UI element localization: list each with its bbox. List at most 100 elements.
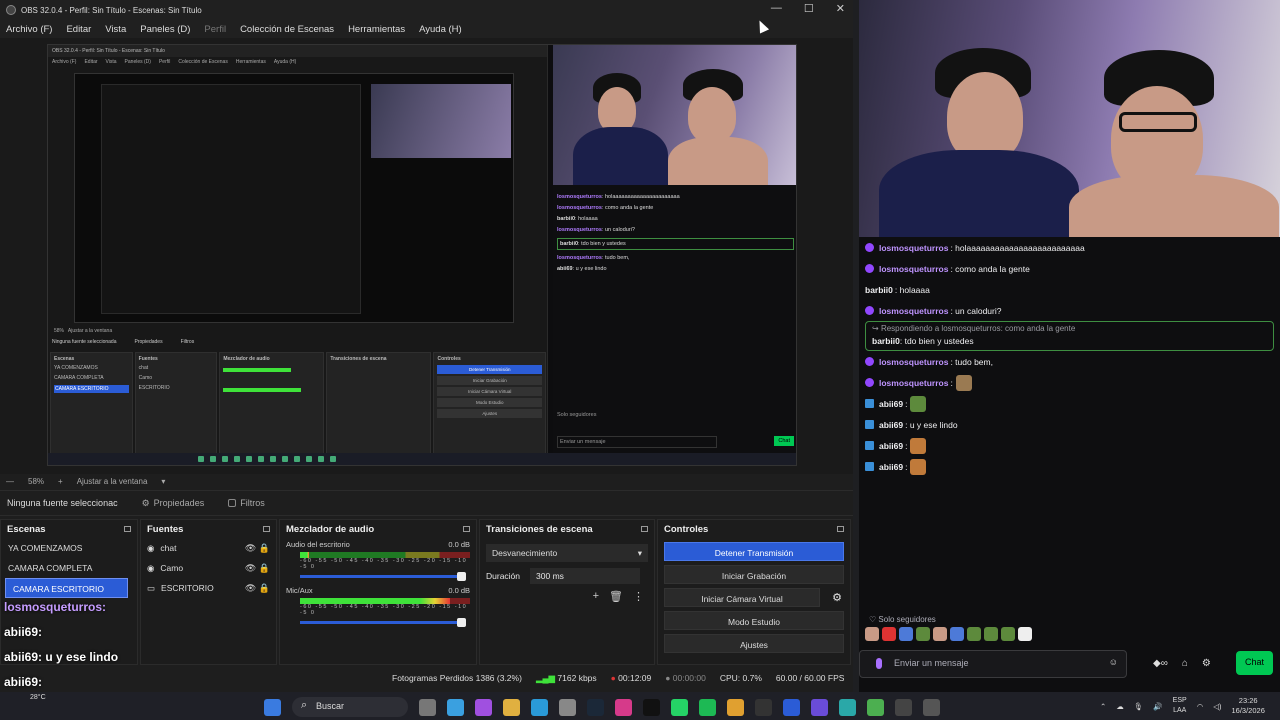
dock-menu-icon[interactable] [463,526,470,532]
emote[interactable] [882,627,896,641]
app-icon[interactable] [895,698,912,716]
edge-icon[interactable] [531,698,548,716]
copilot-icon[interactable] [475,698,492,716]
preview-area[interactable]: OBS 32.0.4 - Perfil: Sin Título - Escena… [0,38,853,474]
folder-icon[interactable] [503,698,520,716]
dock-menu-icon[interactable] [124,526,131,532]
emote[interactable] [1001,627,1015,641]
source-item[interactable]: ▭ ESCRITORIO 👁 🔒 [141,578,276,598]
emote-bar [865,627,1032,641]
menu-paneles[interactable]: Paneles (D) [140,24,190,35]
menu-archivo[interactable]: Archivo (F) [6,24,52,35]
app-icon[interactable] [783,698,800,716]
wifi-icon[interactable]: ◠ [1197,702,1204,711]
chat-send-button[interactable]: Chat [1236,651,1273,675]
visibility-icon[interactable]: 👁 🔒 [245,543,270,554]
chat-reply: ↪ Respondiendo a losmosqueturros: como a… [865,321,1274,351]
menu-editar[interactable]: Editar [66,24,91,35]
menu-coleccion[interactable]: Colección de Escenas [240,24,334,35]
zoom-minus[interactable]: — [6,477,14,486]
chat-input[interactable]: Enviar un mensaje ☺ [859,650,1127,678]
taskbar-search[interactable]: Buscar [292,697,408,717]
close-button[interactable]: ✕ [836,2,845,15]
studio-mode-button[interactable]: Modo Estudio [664,611,844,630]
visibility-icon[interactable]: 👁 🔒 [245,563,270,574]
zoom-fit[interactable]: Ajustar a la ventana [77,477,148,486]
network-icon[interactable]: ☁ [1116,702,1124,711]
duration-input[interactable]: 300 ms [530,568,641,584]
chrome-icon[interactable] [727,698,744,716]
inner-chat: losmosqueturros: holaaaaaaaaaaaaaaaaaaaa… [553,185,796,455]
volume-slider[interactable] [300,618,466,627]
emote[interactable] [950,627,964,641]
gear-icon[interactable]: ⚙ [832,591,842,604]
stop-stream-button[interactable]: Detener Transmisión [664,542,844,561]
zoom-plus[interactable]: + [58,477,63,486]
windows-start-icon[interactable] [264,698,281,716]
taskbar-icons: Buscar [264,697,940,717]
bits-icon[interactable]: ◆∞ [1153,658,1168,669]
emoji-icon[interactable]: ☺ [1109,657,1118,667]
store-icon[interactable] [559,698,576,716]
tiktok-icon[interactable] [643,698,660,716]
dock-menu-icon[interactable] [837,526,844,532]
volume-icon[interactable]: ◁) [1213,702,1221,711]
source-item[interactable]: ◉ Camo 👁 🔒 [141,558,276,578]
instagram-icon[interactable] [615,698,632,716]
emote[interactable] [933,627,947,641]
duration-row: Duración 300 ms [480,568,654,584]
app-icon[interactable] [839,698,856,716]
emote[interactable] [899,627,913,641]
store-icon[interactable]: ⌂ [1182,658,1188,669]
speaker-icon[interactable]: 🔊 [1153,702,1162,711]
add-icon[interactable]: + [593,590,599,603]
menu-vista[interactable]: Vista [105,24,126,35]
more-icon[interactable]: ⋮ [633,590,644,603]
properties-button[interactable]: ⚙ Propiedades [142,498,205,509]
mail-icon[interactable] [447,698,464,716]
mixer-track-mic: Mic/Aux 0.0 dB -60 -55 -50 -45 -40 -35 -3… [280,586,476,627]
filters-button[interactable]: Filtros [228,498,265,508]
steam-icon[interactable] [587,698,604,716]
settings-button[interactable]: Ajustes [664,634,844,653]
dock-menu-icon[interactable] [641,526,648,532]
language-indicator[interactable]: ESP LAA [1173,696,1187,716]
weather-widget[interactable]: 28°C [30,694,46,701]
emote[interactable] [984,627,998,641]
emote[interactable] [916,627,930,641]
maximize-button[interactable]: ☐ [804,2,814,15]
chevron-up-icon[interactable]: ⌃ [1100,702,1106,711]
visibility-icon[interactable]: 👁 🔒 [245,583,270,594]
source-item[interactable]: ◉ chat 👁 🔒 [141,538,276,558]
start-recording-button[interactable]: Iniciar Grabación [664,565,844,584]
scene-item[interactable]: YA COMENZAMOS [1,538,137,558]
clock[interactable]: 23:26 16/3/2026 [1232,696,1265,716]
trash-icon[interactable]: 🗑 [609,590,623,603]
task-view-icon[interactable] [419,698,436,716]
minimize-button[interactable]: — [771,2,782,15]
preview-canvas[interactable]: OBS 32.0.4 - Perfil: Sin Título - Escena… [47,44,797,466]
bitrate: ▂▄▆ 7162 kbps [535,672,597,683]
gear-icon[interactable]: ⚙ [1202,658,1211,669]
emote[interactable] [967,627,981,641]
whatsapp-icon[interactable] [671,698,688,716]
emote[interactable] [1018,627,1032,641]
scene-item[interactable]: CAMARA COMPLETA [1,558,137,578]
chevron-down-icon[interactable]: ▾ [161,477,165,486]
emote[interactable] [865,627,879,641]
mic-icon[interactable]: 🎙 [1134,702,1144,711]
chatgpt-icon[interactable] [923,698,940,716]
spotify-icon[interactable] [699,698,716,716]
virtual-camera-button[interactable]: Iniciar Cámara Virtual [664,588,820,607]
scene-item-selected[interactable]: CAMARA ESCRITORIO [5,578,128,598]
app-icon[interactable] [867,698,884,716]
nested-menu-item: Editar [84,59,98,65]
menu-ayuda[interactable]: Ayuda (H) [419,24,462,35]
menu-herramientas[interactable]: Herramientas [348,24,405,35]
obs-taskbar-icon[interactable] [755,698,772,716]
volume-slider[interactable] [300,572,466,581]
chat-message: abii69: [859,435,1280,456]
app-icon[interactable] [811,698,828,716]
transition-select[interactable]: Desvanecimiento ▾ [486,544,648,562]
dock-menu-icon[interactable] [263,526,270,532]
